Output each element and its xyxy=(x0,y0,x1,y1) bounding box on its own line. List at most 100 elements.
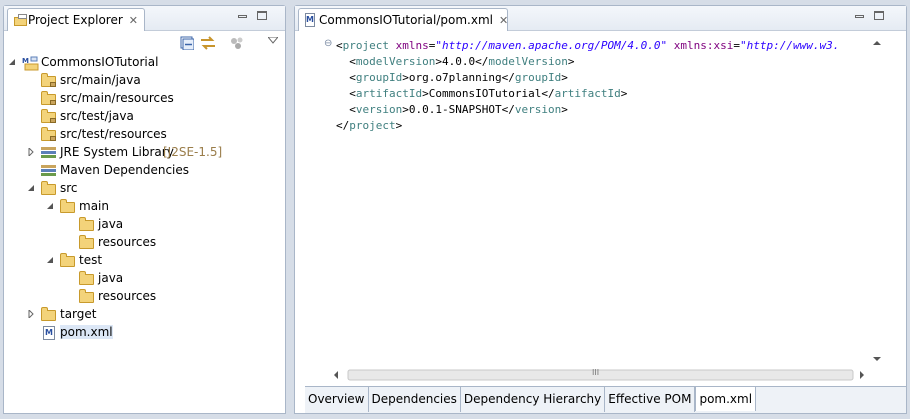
tree-item-label: main xyxy=(79,199,109,213)
tree-item-label: JRE System Library xyxy=(60,145,174,159)
tree-item-label: java xyxy=(98,271,124,285)
editor-tab-bar: M CommonsIOTutorial/pom.xml ✕ xyxy=(295,6,906,31)
expanded-twisty-icon[interactable] xyxy=(27,184,35,192)
xml-attribute-value: "http://maven.apache.org/POM/4.0.0" xyxy=(435,39,668,52)
maven-file-icon: M xyxy=(41,326,57,340)
expanded-twisty-icon[interactable] xyxy=(46,202,54,210)
folder-row[interactable]: java xyxy=(4,270,285,288)
folder-row[interactable]: main xyxy=(4,198,285,216)
folder-row[interactable]: java xyxy=(4,216,285,234)
tree-item-label: target xyxy=(60,307,97,321)
tab-project-explorer[interactable]: Project Explorer ✕ xyxy=(7,8,145,31)
tree-item-label: src/main/resources xyxy=(60,91,174,105)
xml-tag-name: project xyxy=(349,119,396,132)
folder-icon xyxy=(79,271,95,286)
xml-attribute-value: "http://www.w3. xyxy=(740,39,840,52)
explorer-tab-bar: Project Explorer ✕ xyxy=(4,6,285,31)
xml-tag-name: groupId xyxy=(355,71,403,84)
expanded-twisty-icon[interactable] xyxy=(8,58,16,66)
maximize-icon[interactable] xyxy=(874,11,884,20)
folder-icon xyxy=(60,253,76,268)
project-explorer-view: Project Explorer ✕ M CommonsIOTutorial src… xyxy=(3,5,286,414)
folder-row[interactable]: resources xyxy=(4,234,285,252)
page-tab-effective-pom[interactable]: Effective POM xyxy=(605,387,696,412)
folder-row[interactable]: test xyxy=(4,252,285,270)
xml-source[interactable]: <project xmlns="http://maven.apache.org/… xyxy=(336,38,866,134)
folder-icon xyxy=(79,289,95,304)
tree-item-label: src/test/java xyxy=(60,109,134,123)
tree-item-label: src/test/resources xyxy=(60,127,167,141)
folder-icon xyxy=(41,307,57,322)
close-icon[interactable]: ✕ xyxy=(129,14,138,27)
tab-pom-xml[interactable]: M CommonsIOTutorial/pom.xml ✕ xyxy=(298,8,508,31)
folder-view-icon xyxy=(14,14,27,26)
view-menu-icon[interactable] xyxy=(266,33,280,47)
project-row[interactable]: M CommonsIOTutorial xyxy=(4,54,285,72)
maven-project-icon: M xyxy=(22,56,39,71)
link-with-editor-icon[interactable] xyxy=(200,36,215,50)
source-folder-row[interactable]: src/main/java xyxy=(4,72,285,90)
tree-item-label: src xyxy=(60,181,78,195)
source-folder-row[interactable]: src/test/java xyxy=(4,108,285,126)
page-tab-dependencies[interactable]: Dependencies xyxy=(368,387,461,412)
xml-tag-name: project xyxy=(342,39,389,52)
code-line: <groupId>org.o7planning</groupId> xyxy=(336,70,866,86)
close-icon[interactable]: ✕ xyxy=(499,14,508,27)
folder-icon xyxy=(79,235,95,250)
page-tab-pom-xml[interactable]: pom.xml xyxy=(695,387,757,411)
tree-item-label: Maven Dependencies xyxy=(60,163,190,177)
xml-text: > xyxy=(561,103,568,116)
xml-attribute: xmlns xyxy=(395,39,429,52)
code-line: </project> xyxy=(336,118,866,134)
maven-file-icon: M xyxy=(305,13,315,27)
library-icon xyxy=(41,164,57,178)
xml-tag-name: modelVersion xyxy=(488,55,568,68)
tree-item-label: java xyxy=(98,217,124,231)
xml-tag-name: modelVersion xyxy=(355,55,436,68)
editor-ruler xyxy=(295,31,313,359)
collapsed-twisty-icon[interactable] xyxy=(27,146,35,158)
package-folder-icon xyxy=(41,91,57,106)
tree-item-label: pom.xml xyxy=(60,325,113,339)
xml-text xyxy=(667,39,674,52)
minimize-icon[interactable] xyxy=(855,15,864,18)
horizontal-scrollbar[interactable]: III xyxy=(330,368,870,382)
source-folder-row[interactable]: src/test/resources xyxy=(4,126,285,144)
maximize-icon[interactable] xyxy=(257,11,267,20)
expanded-twisty-icon[interactable] xyxy=(46,256,54,264)
scroll-thumb-grip: III xyxy=(592,368,600,377)
tree-item-label: CommonsIOTutorial xyxy=(41,55,159,69)
editor-page-tabs: Overview Dependencies Dependency Hierarchy… xyxy=(305,386,906,413)
vertical-scrollbar[interactable] xyxy=(870,38,884,368)
xml-tag-name: groupId xyxy=(514,71,562,84)
page-tab-overview[interactable]: Overview xyxy=(305,387,369,412)
package-folder-icon xyxy=(41,73,57,88)
code-line: <modelVersion>4.0.0</modelVersion> xyxy=(336,54,866,70)
library-row[interactable]: Maven Dependencies xyxy=(4,162,285,180)
fold-collapse-icon[interactable]: ⊖ xyxy=(324,38,332,49)
minimize-icon[interactable] xyxy=(238,15,247,18)
source-folder-row[interactable]: src/main/resources xyxy=(4,90,285,108)
xml-text: < xyxy=(336,87,356,100)
library-row[interactable]: JRE System Library [J2SE-1.5] xyxy=(4,144,285,162)
folder-icon xyxy=(60,199,76,214)
folder-row[interactable]: target xyxy=(4,306,285,324)
project-tree: M CommonsIOTutorial src/main/java src/main/… xyxy=(4,54,285,342)
xml-text: > xyxy=(567,55,575,68)
code-line: <version>0.0.1-SNAPSHOT</version> xyxy=(336,102,866,118)
folder-row[interactable]: src xyxy=(4,180,285,198)
page-tab-dependency-hierarchy[interactable]: Dependency Hierarchy xyxy=(460,387,606,412)
xml-tag-name: version xyxy=(514,103,562,116)
tree-item-label: src/main/java xyxy=(60,73,141,87)
collapsed-twisty-icon[interactable] xyxy=(27,308,35,320)
xml-text: > xyxy=(395,119,403,132)
file-row[interactable]: Mpom.xml xyxy=(4,324,285,342)
collapse-all-icon[interactable] xyxy=(180,36,195,51)
tab-project-explorer-label: Project Explorer xyxy=(27,13,123,27)
xml-tag-name: version xyxy=(355,103,403,116)
xml-text: >org.o7planning</ xyxy=(402,71,515,84)
show-dependencies-icon[interactable] xyxy=(230,36,244,50)
xml-text: </ xyxy=(336,119,350,132)
folder-row[interactable]: resources xyxy=(4,288,285,306)
xml-tag-name: artifactId xyxy=(355,87,423,100)
